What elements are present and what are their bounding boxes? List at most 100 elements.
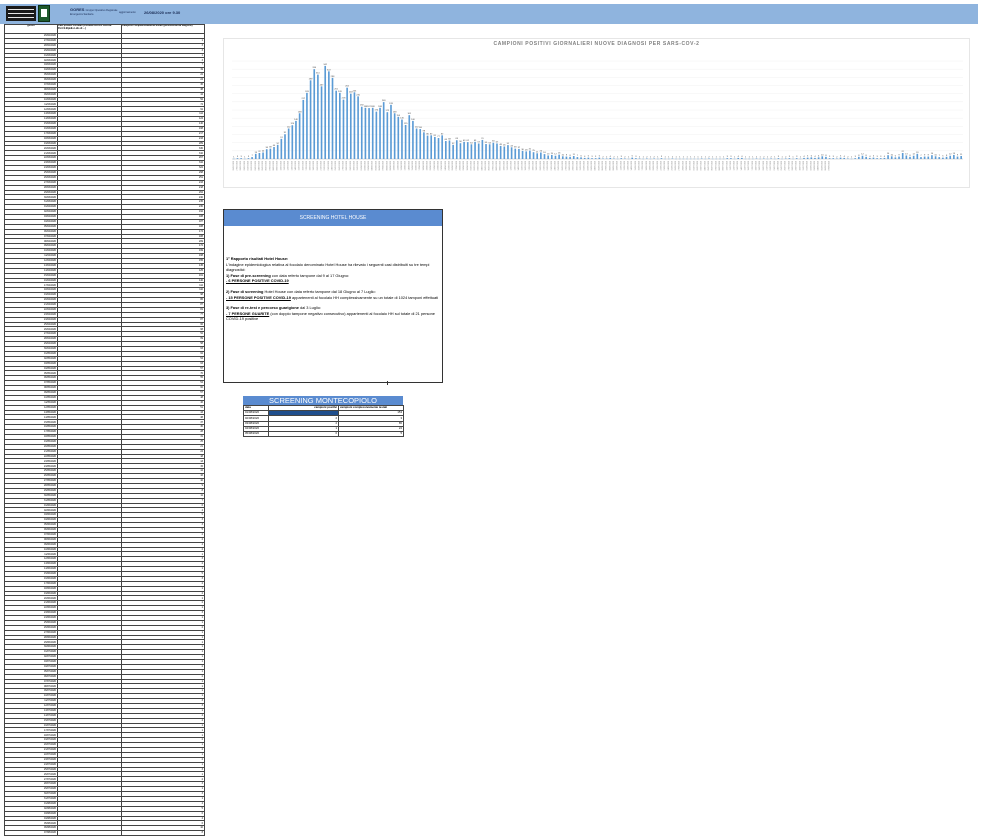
chart-x-tick-label: 12/04/2020 bbox=[401, 161, 403, 170]
chart-bar bbox=[496, 143, 498, 159]
col-header-day: giorno bbox=[5, 25, 58, 34]
chart-data-label: 1 bbox=[643, 157, 645, 159]
chart-x-tick-label: 17/07/2020 bbox=[752, 161, 754, 170]
chart-data-label: 9 bbox=[924, 155, 926, 157]
chart-data-label: 3 bbox=[880, 156, 882, 158]
chart-x-tick-label: 01/06/2020 bbox=[584, 161, 586, 170]
chart-bar bbox=[489, 144, 491, 159]
chart-x-tick-label: 19/03/2020 bbox=[313, 161, 315, 170]
chart-x-tick-label: 30/03/2020 bbox=[353, 161, 355, 170]
chart-data-label: 3 bbox=[855, 156, 857, 158]
chart-x-tick-label: 20/04/2020 bbox=[430, 161, 432, 170]
chart-x-tick-label: 28/05/2020 bbox=[569, 161, 571, 170]
chart-bar bbox=[942, 158, 944, 159]
chart-bar bbox=[876, 158, 878, 159]
chart-bar bbox=[887, 155, 889, 159]
chart-bar bbox=[416, 129, 418, 159]
chart-data-label: 1 bbox=[851, 157, 853, 159]
chart-data-label: 1 bbox=[749, 157, 751, 159]
chart-bar bbox=[343, 100, 345, 159]
chart-data-label: 3 bbox=[241, 156, 243, 158]
chart-bar bbox=[463, 142, 465, 159]
chart-x-tick-label: 26/03/2020 bbox=[339, 161, 341, 170]
chart-x-tick-label: 01/05/2020 bbox=[470, 161, 472, 170]
chart-bar bbox=[376, 112, 378, 159]
chart-x-tick-label: 15/04/2020 bbox=[412, 161, 414, 170]
chart-data-label: 1 bbox=[800, 157, 802, 159]
chart-bar bbox=[737, 158, 739, 159]
chart-x-tick-label: 03/08/2020 bbox=[814, 161, 816, 170]
chart-x-tick-label: 26/07/2020 bbox=[785, 161, 787, 170]
chart-x-tick-label: 15/03/2020 bbox=[299, 161, 301, 170]
chart-x-tick-label: 19/04/2020 bbox=[427, 161, 429, 170]
chart-bar bbox=[441, 135, 443, 159]
phase1-result: - 6 PERSONE POSITIVE COVID-19 bbox=[226, 278, 289, 283]
chart-data-label: 298 bbox=[331, 76, 335, 78]
chart-bar bbox=[873, 158, 875, 159]
chart-bar bbox=[555, 156, 557, 159]
chart-x-tick-label: 11/06/2020 bbox=[620, 161, 622, 170]
chart-data-label: 1 bbox=[694, 157, 696, 159]
chart-x-tick-label: 30/07/2020 bbox=[799, 161, 801, 170]
chart-bar bbox=[953, 155, 955, 159]
chart-bar bbox=[240, 158, 242, 159]
chart-data-label: 155 bbox=[396, 115, 400, 117]
chart-bar bbox=[701, 158, 703, 159]
chart-bar bbox=[485, 144, 487, 159]
chart-bar bbox=[588, 158, 590, 159]
chart-data-label: 1 bbox=[752, 157, 754, 159]
chart-bar bbox=[449, 140, 451, 159]
chart-x-tick-label: 02/08/2020 bbox=[810, 161, 812, 170]
chart-bar bbox=[613, 158, 615, 159]
chart-bar bbox=[434, 137, 436, 159]
chart-x-tick-label: 09/05/2020 bbox=[500, 161, 502, 170]
chart-x-tick-label: 07/07/2020 bbox=[715, 161, 717, 170]
chart-data-label: 5 bbox=[942, 156, 944, 158]
chart-data-label: 8 bbox=[866, 155, 868, 157]
chart-bar bbox=[401, 120, 403, 159]
chart-data-label: 1 bbox=[760, 157, 762, 159]
chart-data-label: 3 bbox=[635, 156, 637, 158]
chart-x-tick-label: 29/06/2020 bbox=[686, 161, 688, 170]
chart-x-tick-label: 28/06/2020 bbox=[682, 161, 684, 170]
chart-data-label: 1 bbox=[679, 157, 681, 159]
chart-bar bbox=[313, 69, 315, 159]
chart-x-tick-label: 14/03/2020 bbox=[295, 161, 297, 170]
chart-x-tick-label: 10/05/2020 bbox=[503, 161, 505, 170]
chart-bar bbox=[379, 108, 381, 159]
hotel-house-report: 1° Rapporto risultati Hotel House: L'ind… bbox=[226, 256, 440, 322]
chart-bar bbox=[931, 155, 933, 159]
chart-x-tick-label: 24/06/2020 bbox=[668, 161, 670, 170]
chart-x-tick-label: 02/07/2020 bbox=[697, 161, 699, 170]
chart-bar bbox=[503, 146, 505, 159]
chart-data-label: 1 bbox=[745, 157, 747, 159]
chart-bar bbox=[507, 145, 509, 159]
chart-x-tick-label: 29/05/2020 bbox=[573, 161, 575, 170]
chart-x-tick-label: 17/04/2020 bbox=[419, 161, 421, 170]
chart-x-tick-label: 19/07/2020 bbox=[759, 161, 761, 170]
chart-data-label: 330 bbox=[312, 67, 316, 69]
chart-x-tick-label: 11/07/2020 bbox=[730, 161, 732, 170]
chart-x-tick-label: 09/03/2020 bbox=[277, 161, 279, 170]
chart-data-label: 4 bbox=[803, 156, 805, 158]
chart-x-tick-label: 31/07/2020 bbox=[803, 161, 805, 170]
chart-bar bbox=[295, 121, 297, 159]
chart-data-label: 1 bbox=[244, 157, 246, 159]
chart-x-tick-label: 22/05/2020 bbox=[547, 161, 549, 170]
chart-bar bbox=[566, 157, 568, 159]
update-value: 26/08/2020 ore 9.30 bbox=[144, 10, 180, 15]
chart-data-label: 1 bbox=[668, 157, 670, 159]
chart-x-tick-label: 03/07/2020 bbox=[701, 161, 703, 170]
chart-x-tick-label: 18/03/2020 bbox=[310, 161, 312, 170]
chart-bar bbox=[262, 152, 264, 159]
chart-data-label: 3 bbox=[621, 156, 623, 158]
chart-bar bbox=[350, 94, 352, 159]
chart-data-label: 10 bbox=[934, 154, 937, 156]
chart-data-label: 8 bbox=[909, 155, 911, 157]
col-header-tested: Campioni complessivamente testati (perso… bbox=[122, 25, 205, 34]
chart-data-label: 2 bbox=[763, 156, 765, 158]
chart-x-tick-label: 21/07/2020 bbox=[766, 161, 768, 170]
chart-data-label: 2 bbox=[836, 156, 838, 158]
phase3-result: - 7 PERSONE GUARITE bbox=[226, 311, 269, 316]
chart-bar bbox=[251, 157, 253, 159]
